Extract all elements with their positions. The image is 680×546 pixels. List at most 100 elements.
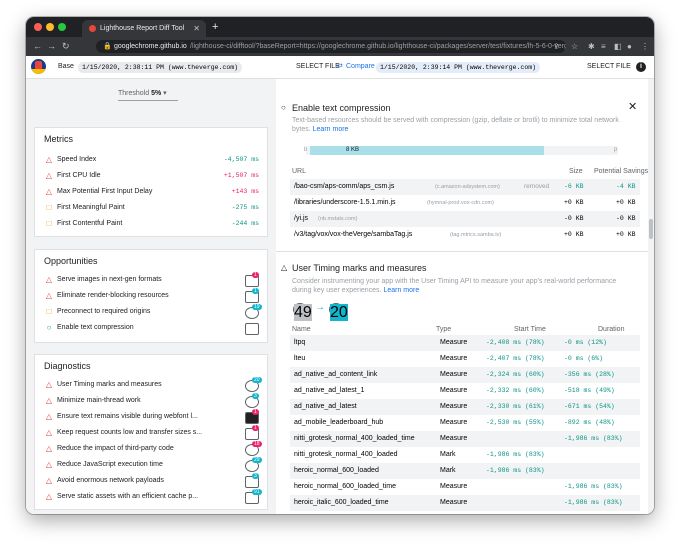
diagnostic-row[interactable]: △ Serve static assets with an efficient …	[35, 489, 267, 505]
diagnostic-row[interactable]: △ Reduce JavaScript execution time 29	[35, 457, 267, 473]
metric-delta: +1,507 ms	[223, 172, 259, 179]
table-row[interactable]: nitti_grotesk_normal_400_loaded Mark -1,98…	[290, 447, 640, 463]
maximize-window-button[interactable]	[58, 23, 66, 31]
diagnostic-label: Keep request counts low and transfer siz…	[57, 429, 203, 436]
tab-title: Lighthouse Report Diff Tool	[100, 25, 185, 32]
table-row[interactable]: ad_mobile_leaderboard_hub Measure -2,530 m…	[290, 415, 640, 431]
metric-row[interactable]: □ First Contentful Paint -244 ms	[35, 216, 267, 232]
close-window-button[interactable]	[34, 23, 42, 31]
metric-row[interactable]: △ Speed Index -4,507 ms	[35, 152, 267, 168]
fail-triangle-icon: △	[45, 444, 53, 453]
diagnostic-row[interactable]: △ Avoid enormous network payloads 3	[35, 473, 267, 489]
table-row[interactable]: heroic_normal_600_loaded_time Measure -1,9…	[290, 479, 640, 495]
diagnostic-row[interactable]: △ Minimize main-thread work 3	[35, 393, 267, 409]
metric-row[interactable]: △ First CPU Idle +1,507 ms	[35, 168, 267, 184]
forward-icon[interactable]: →	[47, 40, 56, 53]
timing-start: -2,408 ms (78%)	[486, 339, 545, 346]
diagnostic-row[interactable]: △ User Timing marks and measures 20	[35, 377, 267, 393]
diagnostic-row[interactable]: △ Reduce the impact of third-party code …	[35, 441, 267, 457]
diagnostics-title: Diagnostics	[44, 361, 91, 371]
side-panel-icon[interactable]: ◧	[614, 40, 622, 53]
scrollbar-thumb[interactable]	[649, 219, 653, 239]
share-icon[interactable]: ⇪	[553, 40, 560, 53]
opportunities-card: Opportunities △ Serve images in next-gen…	[34, 249, 268, 343]
select-base-file-button[interactable]: SELECT FILE	[296, 56, 340, 78]
timing-start: -2,530 ms (55%)	[486, 419, 545, 426]
fail-triangle-icon: △	[45, 428, 53, 437]
opportunity-label: Enable text compression	[57, 324, 134, 331]
timing-name: nitti_grotesk_normal_400_loaded	[294, 451, 398, 458]
select-compare-file-button[interactable]: SELECT FILE	[587, 56, 631, 78]
table-row[interactable]: ad_native_ad_content_link Measure -2,324 m…	[290, 367, 640, 383]
close-tab-icon[interactable]: ✕	[193, 20, 200, 37]
swap-icon[interactable]: ⇄	[337, 56, 343, 78]
table-row[interactable]: lteu Measure -2,407 ms (78%) -0 ms (6%)	[290, 351, 640, 367]
profile-icon[interactable]: ●	[627, 40, 632, 53]
metrics-card: Metrics △ Speed Index -4,507 ms △ First …	[34, 127, 268, 237]
scrollbar[interactable]	[648, 79, 654, 514]
url-host: googlechrome.github.io	[114, 43, 187, 50]
threshold-select[interactable]: Threshold 5% ▾	[118, 88, 178, 101]
column-name: Name	[292, 326, 311, 333]
fail-triangle-icon: △	[45, 460, 53, 469]
close-icon[interactable]: ✕	[628, 100, 637, 113]
reload-icon[interactable]: ↻	[62, 40, 70, 53]
timing-duration: -1,986 ms (83%)	[564, 499, 623, 506]
opportunity-row[interactable]: △ Eliminate render-blocking resources 1	[35, 288, 267, 304]
table-row[interactable]: /yi.js (nb.mstats.com) -0 KB -0 KB	[290, 211, 640, 227]
timing-type: Measure	[440, 483, 468, 490]
minimize-window-button[interactable]	[46, 23, 54, 31]
column-start-time: Start Time	[514, 326, 546, 333]
opportunity-row[interactable]: ○ Enable text compression	[35, 320, 267, 336]
bookmark-star-icon[interactable]: ☆	[571, 40, 578, 53]
lighthouse-logo-icon	[31, 59, 46, 74]
browser-tab[interactable]: Lighthouse Report Diff Tool ✕	[82, 20, 206, 37]
timing-start: -1,986 ms (83%)	[486, 451, 545, 458]
url-path: /lighthouse-ci/difftool/?baseReport=http…	[190, 43, 566, 50]
table-row[interactable]: /libraries/underscore-1.5.1.min.js (hymn…	[290, 195, 640, 211]
timing-duration: -0 ms (6%)	[564, 355, 604, 362]
table-row[interactable]: heroic_italic_600_loaded_time Measure -1,9…	[290, 495, 640, 511]
table-row[interactable]: /v3/tag/vox/vox-theVerge/sambaTag.js (ta…	[290, 227, 640, 243]
metric-label: Max Potential First Input Delay	[57, 188, 153, 195]
timing-type: Measure	[440, 499, 468, 506]
extensions-icon[interactable]: ✱	[588, 40, 595, 53]
metrics-title: Metrics	[44, 134, 73, 144]
opportunity-row[interactable]: △ Serve images in next-gen formats 1	[35, 272, 267, 288]
info-icon[interactable]: i	[636, 62, 646, 72]
opportunity-row[interactable]: □ Preconnect to required origins 19	[35, 304, 267, 320]
table-row[interactable]: nitti_grotesk_normal_400_loaded_time Meas…	[290, 431, 640, 447]
metric-row[interactable]: □ First Meaningful Paint -275 ms	[35, 200, 267, 216]
globe-badge-icon: 19	[245, 304, 262, 319]
fail-triangle-icon: △	[45, 171, 53, 180]
metric-delta: -275 ms	[231, 204, 259, 211]
metric-delta: -4,507 ms	[223, 156, 259, 163]
column-size: Size	[569, 168, 583, 175]
table-row[interactable]: /bao-csm/aps-comm/aps_csm.js (c.amazon-a…	[290, 179, 640, 195]
address-bar[interactable]: 🔒 googlechrome.github.io /lighthouse-ci/…	[96, 40, 566, 53]
threshold-value: 5%	[151, 90, 162, 97]
learn-more-link[interactable]: Learn more	[313, 126, 349, 133]
timing-name: heroic_normal_600_loaded_time	[294, 483, 396, 490]
table-row[interactable]: heroic_normal_600_loaded Mark -1,986 ms (8…	[290, 463, 640, 479]
timing-name: heroic_italic_600_loaded_time	[294, 499, 389, 506]
timing-name: nitti_grotesk_normal_400_loaded_time	[294, 435, 415, 442]
back-icon[interactable]: ←	[33, 40, 42, 53]
table-row[interactable]: heroic_italic_600_loaded Mark -1,986 ms (8…	[290, 511, 640, 514]
table-row[interactable]: ad_native_ad_latest Measure -2,330 ms (61%…	[290, 399, 640, 415]
diagnostic-row[interactable]: △ Keep request counts low and transfer s…	[35, 425, 267, 441]
diagnostic-label: Ensure text remains visible during webfo…	[57, 413, 198, 420]
table-row[interactable]: ad_native_ad_latest_1 Measure -2,332 ms (6…	[290, 383, 640, 399]
new-tab-button[interactable]: +	[212, 20, 218, 34]
diagnostic-label: Minimize main-thread work	[57, 397, 141, 404]
extension-icon[interactable]: ≡	[601, 40, 606, 53]
average-square-icon: □	[46, 307, 52, 316]
diagnostic-row[interactable]: △ Ensure text remains visible during web…	[35, 409, 267, 425]
fail-triangle-icon: △	[45, 291, 53, 300]
timing-duration: -892 ms (48%)	[564, 419, 615, 426]
table-row[interactable]: ltpq Measure -2,408 ms (78%) -0 ms (12%)	[290, 335, 640, 351]
metric-row[interactable]: △ Max Potential First Input Delay +143 m…	[35, 184, 267, 200]
timing-duration: -0 ms (12%)	[564, 339, 607, 346]
learn-more-link[interactable]: Learn more	[383, 287, 419, 294]
menu-icon[interactable]: ⋮	[641, 40, 649, 53]
